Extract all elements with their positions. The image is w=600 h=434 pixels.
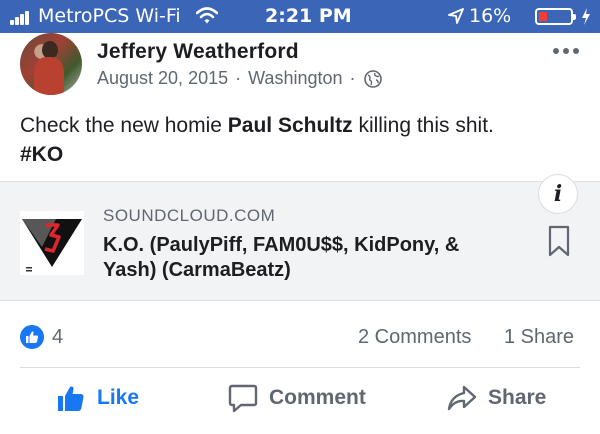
author-avatar[interactable] [20,33,82,95]
more-options-icon[interactable] [553,46,579,56]
tagged-user[interactable]: Paul Schultz [228,114,353,137]
comment-button-label: Comment [269,386,366,409]
share-arrow-icon [447,385,477,411]
post-text-end: killing this shit. [352,114,494,137]
link-title[interactable]: K.O. (PaulyPiff, FAM0U$$, KidPony, & Yas… [103,233,513,283]
comment-button[interactable]: Comment [228,372,366,424]
post-text: Check the new homie Paul Schultz killing… [20,111,580,169]
charging-bolt-icon [582,8,590,25]
post-date[interactable]: August 20, 2015 [97,68,228,89]
hashtag-link[interactable]: #KO [20,143,63,166]
comment-icon [228,384,258,413]
like-reaction-icon[interactable] [20,325,44,349]
clock-time: 2:21 PM [265,5,352,27]
meta-separator: · [349,68,356,88]
post-meta: August 20, 2015 · Washington · [97,68,382,89]
location-arrow-icon [448,8,464,24]
track-thumbnail[interactable] [20,211,84,275]
wifi-icon [196,7,218,24]
divider [20,367,580,368]
battery-percentage: 16% [469,5,512,27]
post-text-start: Check the new homie [20,114,228,137]
meta-separator: · [235,68,242,88]
link-domain: SOUNDCLOUD.COM [103,206,276,225]
share-button-label: Share [488,386,547,409]
globe-icon[interactable] [363,69,382,88]
like-button-label: Like [97,386,140,409]
post-location[interactable]: Washington [248,68,342,89]
comments-count[interactable]: 2 Comments [358,326,471,349]
carrier-name: MetroPCS Wi-Fi [38,5,181,27]
author-name[interactable]: Jeffery Weatherford [97,40,299,64]
like-count[interactable]: 4 [52,326,63,349]
info-icon[interactable]: i [538,174,578,214]
status-bar: MetroPCS Wi-Fi 2:21 PM 16% [0,0,600,33]
like-button[interactable]: Like [56,372,139,424]
signal-strength-icon [10,9,34,25]
bookmark-icon[interactable] [548,225,570,257]
shares-count[interactable]: 1 Share [504,326,574,349]
share-button[interactable]: Share [447,372,546,424]
battery-icon [535,8,576,25]
thumbs-up-icon [58,386,84,411]
